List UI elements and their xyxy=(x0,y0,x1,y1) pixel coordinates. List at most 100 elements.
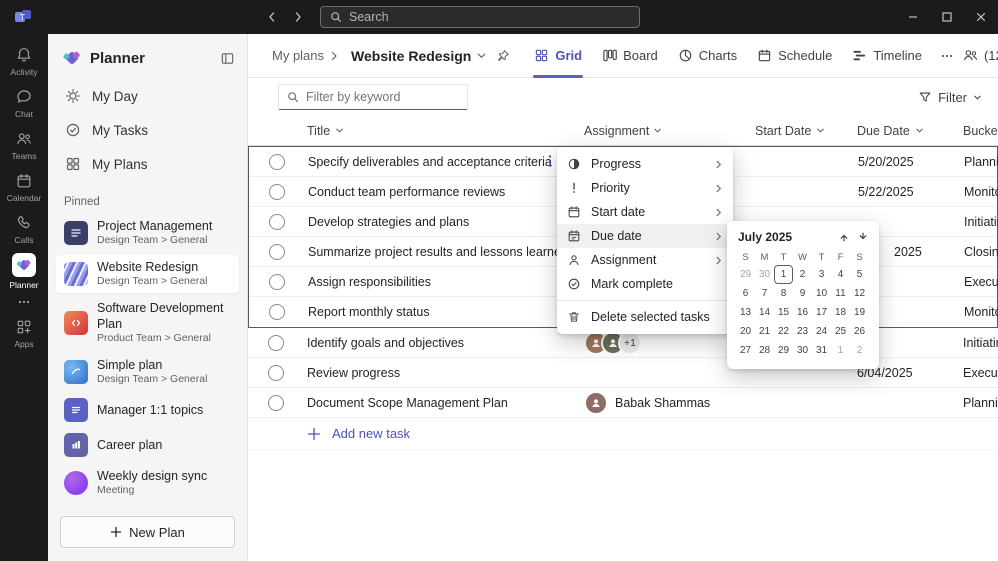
menu-item-delete-selected-tasks[interactable]: Delete selected tasks xyxy=(557,305,733,329)
calendar-next-month-button[interactable] xyxy=(858,232,868,242)
pinned-plan-career-plan[interactable]: Career plan xyxy=(56,429,239,461)
calendar-month-label[interactable]: July 2025 xyxy=(738,230,792,244)
calendar-day[interactable]: 10 xyxy=(812,284,831,303)
filter-keyword-input[interactable] xyxy=(306,90,459,104)
calendar-day[interactable]: 1 xyxy=(831,341,850,360)
calendar-day[interactable]: 30 xyxy=(793,341,812,360)
calendar-day[interactable]: 16 xyxy=(793,303,812,322)
task-complete-checkbox[interactable] xyxy=(269,244,285,260)
calendar-day[interactable]: 23 xyxy=(793,322,812,341)
back-button[interactable] xyxy=(266,11,278,23)
global-search[interactable] xyxy=(320,6,640,28)
pinned-plan-manager-topics[interactable]: Manager 1:1 topics xyxy=(56,394,239,426)
menu-item-mark-complete[interactable]: Mark complete xyxy=(557,272,733,296)
calendar-day[interactable]: 21 xyxy=(755,322,774,341)
rail-more-button[interactable] xyxy=(17,292,31,312)
task-complete-checkbox[interactable] xyxy=(269,304,285,320)
pinned-plan-software-development[interactable]: Software Development Plan Product Team >… xyxy=(56,296,239,350)
pinned-plan-website-redesign[interactable]: Website Redesign Design Team > General xyxy=(56,255,239,293)
menu-item-start-date[interactable]: Start date xyxy=(557,200,733,224)
calendar-day[interactable]: 5 xyxy=(850,265,869,284)
calendar-day[interactable]: 18 xyxy=(831,303,850,322)
task-complete-checkbox[interactable] xyxy=(269,274,285,290)
column-header-start-date[interactable]: Start Date xyxy=(755,124,857,138)
calendar-day[interactable]: 31 xyxy=(812,341,831,360)
tab-timeline[interactable]: Timeline xyxy=(842,34,932,78)
column-header-assignment[interactable]: Assignment xyxy=(584,124,755,138)
add-new-task-button[interactable]: Add new task xyxy=(248,418,998,450)
tab-board[interactable]: Board xyxy=(592,34,668,78)
forward-button[interactable] xyxy=(292,11,304,23)
open-in-window-icon[interactable] xyxy=(220,51,235,66)
rail-item-planner[interactable]: Planner xyxy=(0,250,48,292)
calendar-day[interactable]: 29 xyxy=(736,265,755,284)
calendar-day[interactable]: 20 xyxy=(736,322,755,341)
column-header-due-date[interactable]: Due Date xyxy=(857,124,963,138)
menu-item-assignment[interactable]: Assignment xyxy=(557,248,733,272)
calendar-day[interactable]: 7 xyxy=(755,284,774,303)
calendar-day-selected[interactable]: 1 xyxy=(774,265,793,284)
calendar-day[interactable]: 2 xyxy=(793,265,812,284)
calendar-day[interactable]: 11 xyxy=(831,284,850,303)
calendar-day[interactable]: 29 xyxy=(774,341,793,360)
calendar-day[interactable]: 28 xyxy=(755,341,774,360)
search-input[interactable] xyxy=(349,10,630,24)
tab-charts[interactable]: Charts xyxy=(668,34,747,78)
calendar-day[interactable]: 30 xyxy=(755,265,774,284)
sidebar-item-my-tasks[interactable]: My Tasks xyxy=(56,114,239,146)
minimize-button[interactable] xyxy=(896,0,930,34)
task-complete-checkbox[interactable] xyxy=(269,184,285,200)
filter-by-keyword-field[interactable] xyxy=(278,84,468,110)
task-complete-checkbox[interactable] xyxy=(269,154,285,170)
row-more-button[interactable] xyxy=(543,153,557,169)
sidebar-item-my-plans[interactable]: My Plans xyxy=(56,148,239,180)
tab-grid[interactable]: Grid xyxy=(524,34,592,78)
calendar-day[interactable]: 26 xyxy=(850,322,869,341)
calendar-day[interactable]: 24 xyxy=(812,322,831,341)
column-header-bucket[interactable]: Bucket xyxy=(963,124,998,138)
task-complete-checkbox[interactable] xyxy=(269,214,285,230)
rail-item-calls[interactable]: Calls xyxy=(0,208,48,250)
tab-schedule[interactable]: Schedule xyxy=(747,34,842,78)
calendar-day[interactable]: 22 xyxy=(774,322,793,341)
calendar-day[interactable]: 19 xyxy=(850,303,869,322)
table-row[interactable]: Document Scope Management Plan Babak Sha… xyxy=(248,388,998,418)
menu-item-progress[interactable]: Progress xyxy=(557,152,733,176)
rail-item-chat[interactable]: Chat xyxy=(0,82,48,124)
sidebar-item-my-day[interactable]: My Day xyxy=(56,80,239,112)
assignee-overflow-badge[interactable]: +1 xyxy=(618,331,642,355)
calendar-day[interactable]: 9 xyxy=(793,284,812,303)
rail-item-calendar[interactable]: Calendar xyxy=(0,166,48,208)
close-button[interactable] xyxy=(964,0,998,34)
rail-item-teams[interactable]: Teams xyxy=(0,124,48,166)
calendar-day[interactable]: 6 xyxy=(736,284,755,303)
calendar-prev-month-button[interactable] xyxy=(839,232,849,242)
chevron-down-icon[interactable] xyxy=(476,50,487,61)
new-plan-button[interactable]: New Plan xyxy=(60,516,235,548)
pinned-plan-weekly-design-sync[interactable]: Weekly design sync Meeting xyxy=(56,464,239,502)
task-complete-checkbox[interactable] xyxy=(268,395,284,411)
calendar-day[interactable]: 8 xyxy=(774,284,793,303)
members-button[interactable]: (12) xyxy=(962,47,998,64)
assignee-avatar[interactable] xyxy=(584,391,608,415)
menu-item-due-date[interactable]: Due date xyxy=(557,224,733,248)
calendar-day[interactable]: 14 xyxy=(755,303,774,322)
task-complete-checkbox[interactable] xyxy=(268,335,284,351)
filter-button[interactable]: Filter xyxy=(918,90,982,105)
calendar-day[interactable]: 2 xyxy=(850,341,869,360)
menu-item-priority[interactable]: Priority xyxy=(557,176,733,200)
maximize-button[interactable] xyxy=(930,0,964,34)
rail-item-activity[interactable]: Activity xyxy=(0,40,48,82)
table-row[interactable]: Review progress 6/04/2025 Executing xyxy=(248,358,998,388)
calendar-day[interactable]: 15 xyxy=(774,303,793,322)
task-complete-checkbox[interactable] xyxy=(268,365,284,381)
calendar-day[interactable]: 17 xyxy=(812,303,831,322)
column-header-title[interactable]: Title xyxy=(304,124,584,138)
pin-icon[interactable] xyxy=(496,49,510,63)
calendar-day[interactable]: 12 xyxy=(850,284,869,303)
calendar-day[interactable]: 27 xyxy=(736,341,755,360)
breadcrumb-my-plans[interactable]: My plans xyxy=(272,48,324,63)
tabs-overflow-button[interactable] xyxy=(932,34,962,78)
calendar-day[interactable]: 13 xyxy=(736,303,755,322)
pinned-plan-simple-plan[interactable]: Simple plan Design Team > General xyxy=(56,353,239,391)
